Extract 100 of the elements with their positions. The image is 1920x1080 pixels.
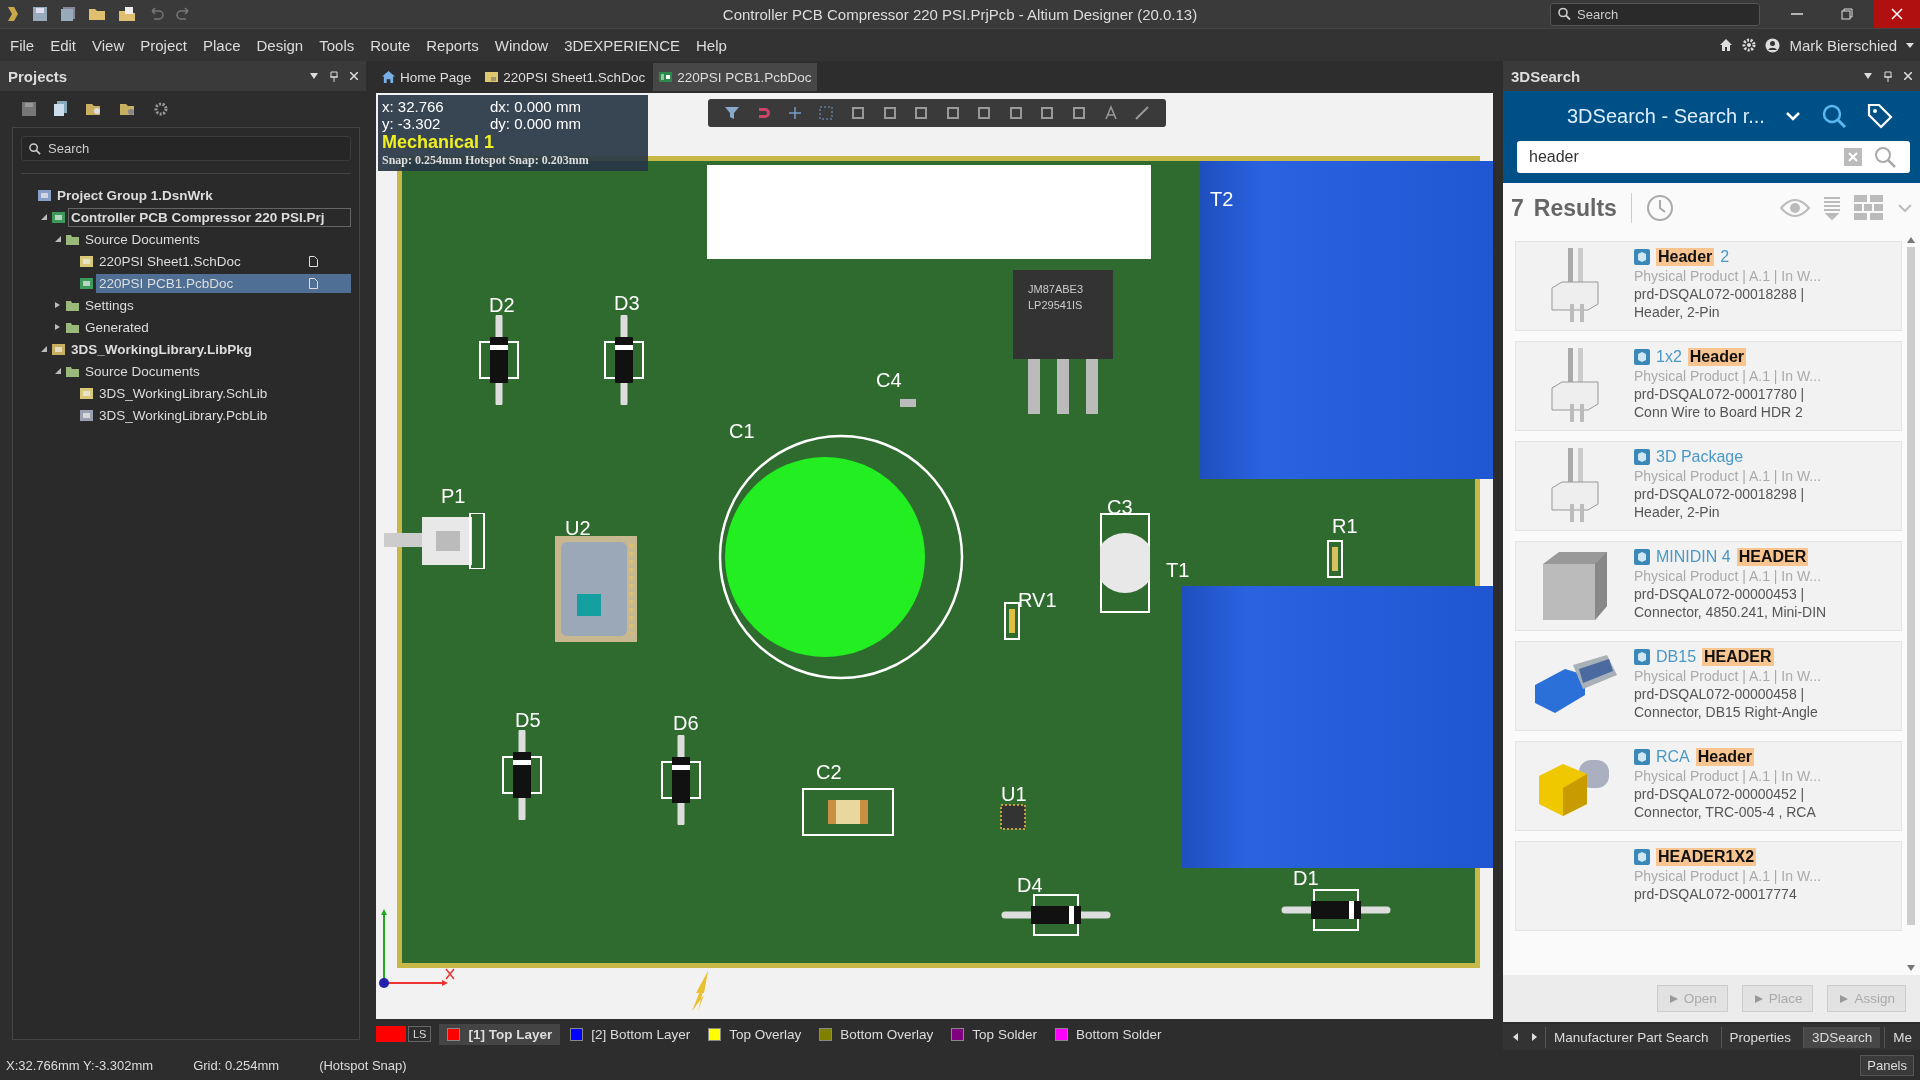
scroll-down-icon[interactable] <box>1907 965 1915 971</box>
menu-item[interactable]: 3DEXPERIENCE <box>556 36 689 54</box>
undo-icon[interactable] <box>148 7 164 21</box>
document-icon <box>38 189 51 201</box>
tree-item[interactable]: Project Group 1.DsnWrk <box>54 185 351 205</box>
tree-item[interactable]: Source Documents <box>82 361 351 381</box>
component-designator: RV1 <box>1018 589 1057 612</box>
search-icon[interactable] <box>1820 103 1847 129</box>
result-card[interactable]: MINIDIN 4 HEADER Physical Product | A.1 | In W... prd-DSQAL072-00000453 | Connector, 4850.241, Mini-DIN <box>1515 541 1902 631</box>
menu-item[interactable]: View <box>84 36 133 54</box>
highlighted-match: HEADER <box>1702 648 1774 666</box>
chevron-down-icon[interactable] <box>1784 111 1801 121</box>
menu-item[interactable]: Window <box>486 36 557 54</box>
cursor-position: X:32.766mm Y:-3.302mm <box>6 1057 154 1073</box>
result-card[interactable]: RCA Header Physical Product | A.1 | In W... prd-DSQAL072-00000452 | Connector, TRC-005-4 , RCA <box>1515 741 1902 831</box>
save-all-icon[interactable] <box>60 6 76 22</box>
menu-item[interactable]: Route <box>362 36 419 54</box>
tree-item[interactable]: 220PSI Sheet1.SchDoc <box>96 251 351 271</box>
expanded-arrow-icon[interactable] <box>41 346 47 352</box>
menu-item[interactable]: Edit <box>42 36 85 54</box>
component-designator: C2 <box>816 761 842 784</box>
result-card[interactable]: HEADER1X2 Physical Product | A.1 | In W... prd-DSQAL072-00017774 <box>1515 841 1902 931</box>
layer-tab[interactable]: Top Overlay <box>700 1023 810 1045</box>
document-icon <box>52 343 65 355</box>
tree-item[interactable]: 3DS_WorkingLibrary.LibPkg <box>68 339 351 359</box>
menu-item[interactable]: Help <box>688 36 735 54</box>
tree-item[interactable]: Controller PCB Compressor 220 PSI.Prj <box>68 207 351 227</box>
document-folder-icon[interactable] <box>118 6 136 22</box>
result-meta: Physical Product | A.1 | In W... <box>1634 568 1823 584</box>
layer-tab[interactable]: Bottom Overlay <box>811 1023 942 1045</box>
menu-item[interactable]: Place <box>194 36 249 54</box>
highlighted-match: Header <box>1687 348 1747 366</box>
tree-item[interactable]: Settings <box>82 295 351 315</box>
menu-item[interactable]: Design <box>248 36 312 54</box>
document-icon <box>80 255 93 267</box>
tree-item[interactable]: Generated <box>82 317 351 337</box>
user-icon[interactable] <box>1765 37 1781 53</box>
result-card[interactable]: Header 2 Physical Product | A.1 | In W... prd-DSQAL072-00018288 | Header, 2-Pin <box>1515 241 1902 331</box>
home-icon[interactable] <box>1719 38 1734 52</box>
dropdown-icon[interactable] <box>1864 73 1872 79</box>
highlighted-match: Header <box>1656 248 1715 266</box>
close-icon[interactable] <box>1904 72 1912 80</box>
layer-tab[interactable]: Top Solder <box>943 1023 1045 1045</box>
layer-set-button[interactable]: LS <box>408 1026 432 1042</box>
panel-tab[interactable]: 3DSearch <box>1803 1026 1881 1048</box>
letter-icon[interactable] <box>1102 105 1119 121</box>
tree-item[interactable]: 3DS_WorkingLibrary.SchLib <box>96 383 351 403</box>
panels-button[interactable]: Panels <box>1860 1054 1914 1076</box>
save-icon[interactable] <box>32 6 48 22</box>
chip-marking: LP29541IS <box>1028 299 1084 311</box>
search-source-dropdown[interactable]: 3DSearch - Search r... <box>1567 104 1765 128</box>
layer-tab[interactable]: [1] Top Layer <box>439 1023 561 1045</box>
document-tab[interactable]: 220PSI PCB1.PcbDoc <box>653 63 818 91</box>
expanded-arrow-icon[interactable] <box>41 214 47 220</box>
expanded-arrow-icon[interactable] <box>55 368 61 374</box>
menu-item[interactable]: Tools <box>311 36 363 54</box>
layer-tab[interactable]: [2] Bottom Layer <box>562 1023 699 1045</box>
user-name[interactable]: Mark Bierschied <box>1789 36 1897 54</box>
folder-icon <box>66 233 79 245</box>
tree-item[interactable]: 220PSI PCB1.PcbDoc <box>96 273 351 293</box>
result-id: prd-DSQAL072-00000453 | <box>1634 586 1806 602</box>
search-field[interactable]: Search <box>21 136 351 161</box>
layer-tab[interactable]: Bottom Solder <box>1046 1023 1170 1045</box>
document-icon <box>52 211 65 223</box>
panel-tab[interactable]: Me <box>1884 1026 1920 1048</box>
folder-icon[interactable] <box>88 6 106 22</box>
tree-item[interactable]: 3DS_WorkingLibrary.PcbLib <box>96 405 351 425</box>
folder-search-icon[interactable] <box>86 102 102 116</box>
search-icon <box>1558 7 1571 21</box>
result-id: prd-DSQAL072-00000452 | <box>1634 786 1806 802</box>
tag-icon[interactable] <box>1866 103 1893 129</box>
folder-gear-icon[interactable] <box>120 102 136 116</box>
coordinate-text: x: 32.766 <box>382 98 445 115</box>
result-card[interactable]: 1x2 Header Physical Product | A.1 | In W... prd-DSQAL072-00017780 | Conn Wire to Board HDR 2 <box>1515 341 1902 431</box>
scroll-up-icon[interactable] <box>1907 237 1915 243</box>
result-card[interactable]: DB15 HEADER Physical Product | A.1 | In W... prd-DSQAL072-00000458 | Connector, DB15 Right-Angle <box>1515 641 1902 731</box>
menu-item[interactable]: File <box>2 36 43 54</box>
caret-icon[interactable] <box>1906 42 1914 48</box>
result-card[interactable]: 3D Package Physical Product | A.1 | In W... prd-DSQAL072-00018298 | Header, 2-Pin <box>1515 441 1902 531</box>
search-field[interactable]: Search <box>1550 2 1760 26</box>
menu-item[interactable]: Reports <box>418 36 487 54</box>
panel-tab[interactable]: Properties <box>1720 1026 1800 1048</box>
settings-icon[interactable] <box>154 102 168 116</box>
coordinate-text: y: -3.302 <box>382 115 442 132</box>
crosshair-icon[interactable] <box>786 105 803 121</box>
redo-icon[interactable] <box>176 7 192 21</box>
filter-icon[interactable] <box>723 105 740 121</box>
dropdown-icon[interactable] <box>310 73 318 79</box>
result-meta: Physical Product | A.1 | In W... <box>1634 868 1822 884</box>
line-icon[interactable] <box>1134 105 1151 121</box>
documents-icon[interactable] <box>54 101 68 117</box>
panel-tab[interactable]: Manufacturer Part Search <box>1545 1026 1717 1048</box>
app-logo-icon[interactable] <box>6 5 20 23</box>
collapsed-arrow-icon[interactable] <box>55 302 61 308</box>
tree-item[interactable]: Source Documents <box>82 229 351 249</box>
close-button[interactable] <box>1874 0 1920 28</box>
expanded-arrow-icon[interactable] <box>55 236 61 242</box>
menu-item[interactable]: Project <box>132 36 195 54</box>
close-icon[interactable] <box>350 72 358 80</box>
collapsed-arrow-icon[interactable] <box>55 324 61 330</box>
